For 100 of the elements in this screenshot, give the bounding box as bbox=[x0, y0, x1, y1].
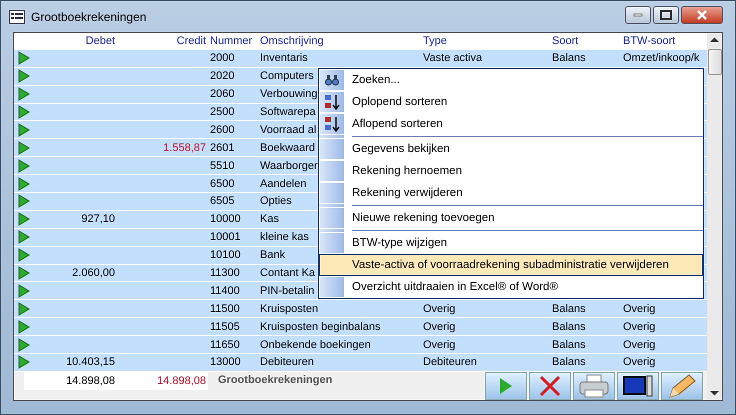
menu-item[interactable]: Gegevens bekijken bbox=[319, 138, 703, 160]
column-header[interactable]: Omschrijving bbox=[258, 35, 421, 48]
table-cell: PIN-betalin bbox=[260, 284, 314, 297]
table-cell: Balans bbox=[552, 302, 586, 315]
table-cell: 2601 bbox=[210, 142, 234, 154]
debit-total: 14.898,08 bbox=[66, 374, 115, 387]
play-icon[interactable] bbox=[18, 69, 30, 84]
menu-item[interactable]: Nieuwe rekening toevoegen bbox=[319, 207, 703, 229]
play-icon[interactable] bbox=[18, 230, 30, 244]
close-icon bbox=[539, 374, 561, 397]
table-cell: 11400 bbox=[210, 284, 240, 297]
table-cell: Bank bbox=[260, 249, 286, 262]
menu-item[interactable]: Vaste-activa of voorraadrekening subadministratie verwijderen bbox=[319, 254, 703, 276]
table-cell: Contant Ka bbox=[260, 267, 316, 280]
play-icon[interactable] bbox=[18, 338, 30, 352]
table-cell: 10.403,15 bbox=[66, 356, 115, 368]
table-cell: Overig bbox=[623, 338, 656, 351]
table-cell: Overig bbox=[423, 302, 456, 315]
scroll-thumb[interactable] bbox=[708, 49, 722, 75]
play-icon[interactable] bbox=[18, 140, 30, 155]
table-cell: 11505 bbox=[210, 320, 240, 333]
play-icon[interactable] bbox=[18, 158, 30, 173]
table-cell: Debiteuren bbox=[260, 356, 314, 368]
table-cell: 10100 bbox=[210, 249, 241, 262]
table-cell: 6500 bbox=[210, 178, 234, 190]
scroll-up-icon[interactable] bbox=[710, 37, 719, 43]
play-icon[interactable] bbox=[18, 266, 30, 280]
table-cell: 10001 bbox=[210, 231, 241, 244]
table-cell: 927,10 bbox=[81, 213, 115, 226]
table-cell: Waarborger bbox=[260, 160, 318, 172]
minimize-icon bbox=[633, 12, 643, 16]
table-cell: Overig bbox=[623, 302, 656, 315]
column-header[interactable]: Credit bbox=[117, 35, 208, 48]
delete-button[interactable] bbox=[529, 372, 571, 400]
play-button[interactable] bbox=[485, 372, 527, 400]
table-cell: Opties bbox=[260, 195, 292, 208]
play-icon[interactable] bbox=[18, 194, 30, 208]
column-header[interactable]: Nummer bbox=[208, 35, 258, 48]
table-cell: Overig bbox=[623, 320, 656, 333]
table-cell: Computers bbox=[260, 70, 314, 82]
menu-item[interactable]: Rekening verwijderen bbox=[319, 182, 703, 204]
column-header[interactable]: Soort bbox=[550, 35, 621, 48]
menu-item[interactable]: BTW-type wijzigen bbox=[319, 232, 703, 254]
table-cell: Voorraad al bbox=[260, 124, 316, 136]
table-cell: Balans bbox=[552, 320, 586, 333]
play-icon[interactable] bbox=[18, 212, 30, 226]
menu-item[interactable]: Zoeken... bbox=[319, 69, 703, 91]
play-icon[interactable] bbox=[18, 248, 30, 262]
printer-icon bbox=[579, 374, 609, 398]
table-cell: Aandelen bbox=[260, 178, 306, 190]
sort-descending-icon bbox=[324, 116, 340, 132]
play-icon[interactable] bbox=[18, 51, 30, 66]
table-cell: Verbouwing bbox=[260, 88, 318, 100]
table-cell: kleine kas bbox=[260, 231, 309, 244]
edit-button[interactable] bbox=[661, 372, 703, 400]
table-cell: Omzet/inkoop/k bbox=[623, 52, 700, 64]
column-header[interactable]: Type bbox=[421, 35, 550, 48]
table-cell: 5510 bbox=[210, 160, 234, 172]
close-icon bbox=[696, 10, 708, 20]
maximize-icon bbox=[660, 10, 672, 20]
play-icon[interactable] bbox=[18, 122, 30, 137]
play-icon[interactable] bbox=[18, 176, 30, 191]
table-cell: 11300 bbox=[210, 267, 240, 280]
play-icon bbox=[499, 376, 513, 395]
column-header[interactable]: BTW-soort bbox=[621, 35, 707, 48]
print-button[interactable] bbox=[573, 372, 615, 400]
table-cell: 11500 bbox=[210, 302, 240, 315]
table-cell: 2500 bbox=[210, 106, 234, 118]
table-cell: Overig bbox=[423, 338, 456, 351]
table-cell: Kas bbox=[260, 213, 279, 226]
play-icon[interactable] bbox=[18, 284, 30, 298]
table-cell: Balans bbox=[552, 356, 586, 368]
table-cell: Debiteuren bbox=[423, 356, 477, 368]
window-icon bbox=[9, 10, 25, 24]
play-icon[interactable] bbox=[18, 87, 30, 102]
scrollbar[interactable] bbox=[707, 33, 722, 400]
table-cell: Overig bbox=[423, 320, 456, 333]
play-icon[interactable] bbox=[18, 355, 30, 370]
table-cell: Softwarepa bbox=[260, 106, 316, 118]
table-cell: 11650 bbox=[210, 338, 240, 351]
play-icon[interactable] bbox=[18, 302, 30, 316]
maximize-button[interactable] bbox=[653, 6, 679, 24]
close-button[interactable] bbox=[681, 6, 723, 24]
menu-item[interactable]: Overzicht uitdraaien in Excel® of Word® bbox=[319, 276, 703, 298]
credit-total: 14.898,08 bbox=[157, 374, 206, 387]
minimize-button[interactable] bbox=[625, 6, 651, 24]
column-header[interactable]: Debet bbox=[33, 35, 117, 48]
table-cell: Boekwaard bbox=[260, 142, 316, 154]
table-cell: Balans bbox=[552, 338, 586, 351]
table-cell: 6505 bbox=[210, 195, 234, 208]
menu-item[interactable]: Rekening hernoemen bbox=[319, 160, 703, 182]
play-icon[interactable] bbox=[18, 105, 30, 119]
table-cell: Balans bbox=[552, 52, 586, 64]
scroll-down-icon[interactable] bbox=[710, 390, 719, 396]
menu-item[interactable]: Aflopend sorteren bbox=[319, 113, 703, 135]
play-icon[interactable] bbox=[18, 320, 30, 334]
pencil-icon bbox=[667, 372, 697, 399]
menu-item[interactable]: Oplopend sorteren bbox=[319, 91, 703, 113]
table-cell: 13000 bbox=[210, 356, 241, 368]
screen-button[interactable] bbox=[617, 372, 659, 400]
